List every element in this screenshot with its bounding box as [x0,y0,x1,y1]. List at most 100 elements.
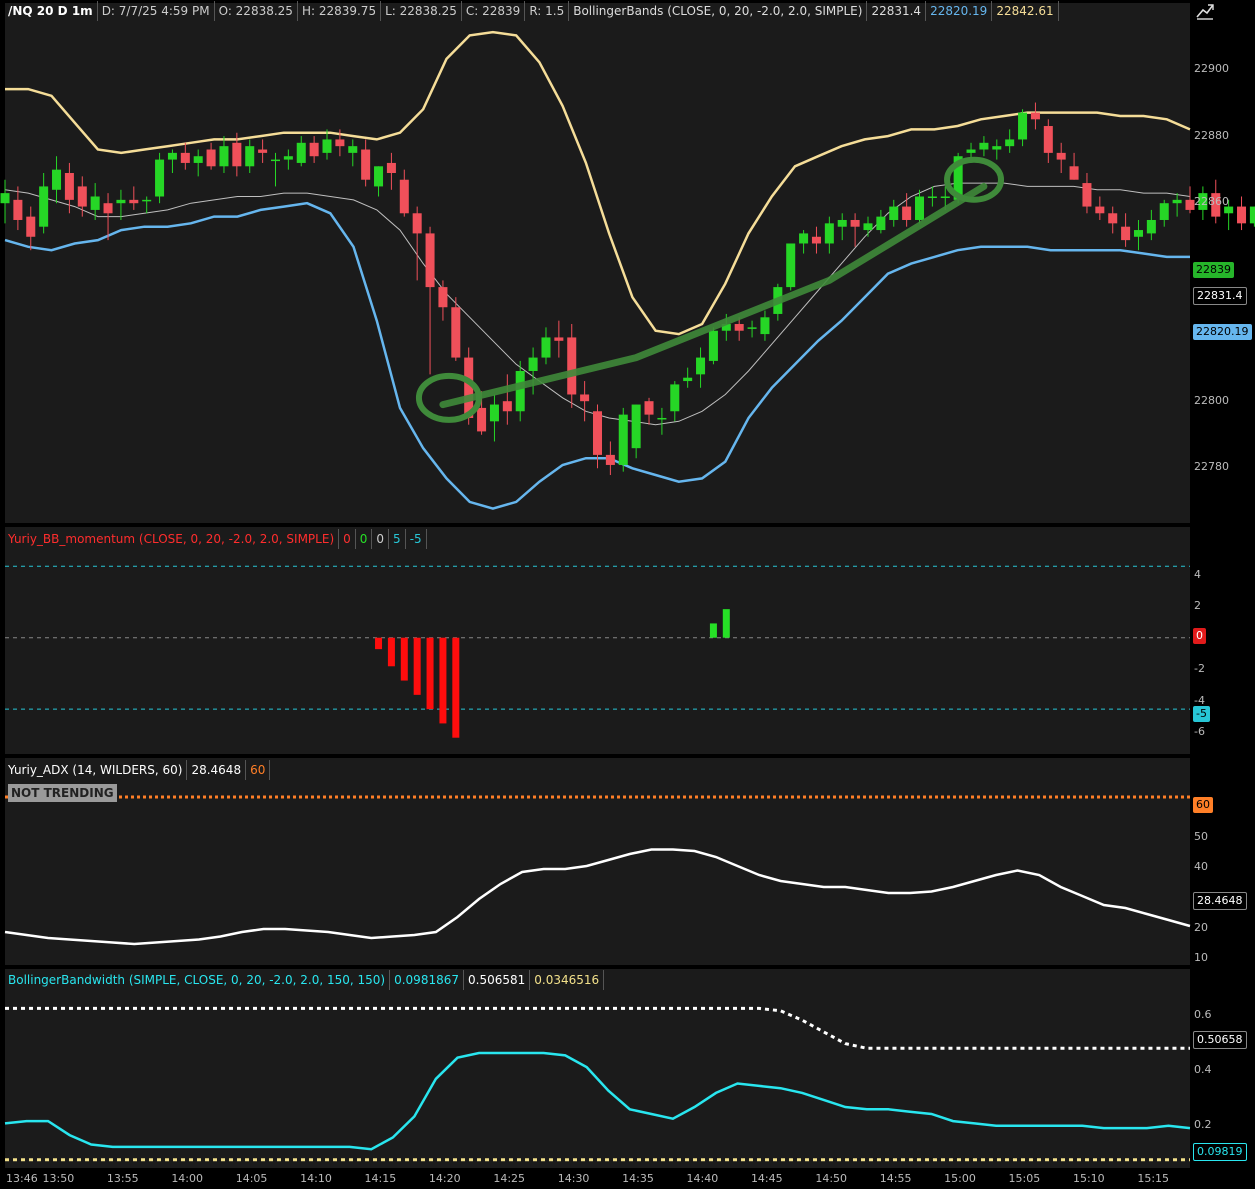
momentum-bar [452,637,460,738]
price-tick: 22800 [1194,394,1229,407]
symbol-label[interactable]: /NQ 20 D 1m [4,1,98,21]
candle-body [1005,139,1015,147]
price-tick: 22860 [1194,195,1229,208]
candle-body [979,142,989,150]
candle-body [142,199,152,202]
candle-body [64,173,74,200]
momentum-header: Yuriy_BB_momentum (CLOSE, 0, 20, -2.0, 2… [4,529,427,549]
candle-body [837,219,847,227]
bollinger-study-label[interactable]: BollingerBands (CLOSE, 0, 20, -2.0, 2.0,… [569,1,868,21]
candle-body [734,324,744,331]
candle-body [296,142,306,163]
candle-body [425,233,435,288]
adx-study-label[interactable]: Yuriy_ADX (14, WILDERS, 60) [4,760,188,780]
candle-body [683,377,693,382]
candle-body [889,206,899,220]
candle-body [1069,166,1079,180]
not-trending-badge: NOT TRENDING [8,784,117,802]
low-label: L: 22838.25 [381,1,462,21]
time-tick: 13:50 [42,1172,75,1185]
momentum-bar [709,623,717,638]
candle-body [335,139,345,147]
adx-tick: 10 [1194,951,1208,964]
candle-body [915,196,925,220]
momentum-tick: 4 [1194,568,1201,581]
candle-body [412,213,422,234]
candle-body [167,152,177,160]
momentum-bar [413,637,421,695]
time-tick: 14:45 [750,1172,783,1185]
bandwidth-value-badge: 0.09819 [1193,1143,1247,1161]
time-tick: 14:20 [428,1172,461,1185]
bandwidth-header: BollingerBandwidth (SIMPLE, CLOSE, 0, 20… [4,970,605,990]
candle-body [631,404,641,449]
candle-body [747,327,757,329]
candle-body [245,146,255,167]
time-tick: 14:10 [300,1172,332,1185]
candle-body [657,417,667,420]
adx-tick: 20 [1194,921,1208,934]
time-tick: 14:05 [235,1172,268,1185]
time-tick: 14:15 [364,1172,397,1185]
candle-body [1159,203,1169,220]
adx-threshold-badge: 60 [1193,797,1213,813]
bandwidth-study-label[interactable]: BollingerBandwidth (SIMPLE, CLOSE, 0, 20… [4,970,391,990]
momentum-bar [387,637,395,667]
candle-body [155,159,165,197]
candle-body [670,384,680,412]
candle-body [477,407,487,432]
candle-body [502,401,512,412]
candle-body [644,401,654,415]
close-label: C: 22839 [462,1,526,21]
candle-body [258,149,268,153]
momentum-tick: -6 [1194,725,1205,738]
candle-body [361,149,371,180]
bollinger-lower-value: 22820.19 [926,1,993,21]
candle-body [799,233,809,244]
candle-body [1082,183,1092,207]
time-tick: 14:35 [622,1172,654,1185]
bollinger-lower-badge: 22820.19 [1193,324,1252,340]
candle-body [708,330,718,361]
candle-body [824,223,834,244]
time-tick: 13:46 [6,1172,38,1185]
candle-body [850,219,860,227]
bandwidth-upper-badge: 0.50658 [1193,1031,1247,1049]
momentum-study-label[interactable]: Yuriy_BB_momentum (CLOSE, 0, 20, -2.0, 2… [4,529,340,549]
panel-background [5,969,1190,1168]
candle-body [1056,152,1066,160]
candle-body [760,317,770,335]
candle-body [902,206,912,220]
adx-value: 28.4648 [187,760,247,780]
adx-tick: 50 [1194,830,1208,843]
candle-body [206,149,216,167]
candle-body [219,146,229,167]
momentum-value-3: 0 [372,529,390,549]
candle-body [515,370,525,412]
bandwidth-tick: 0.2 [1194,1118,1212,1131]
candle-body [309,142,319,157]
momentum-tick: -2 [1194,662,1205,675]
bandwidth-tick: 0.6 [1194,1008,1212,1021]
momentum-bar [375,637,383,650]
candle-body [863,223,873,231]
candle-body [567,337,577,395]
momentum-bar [722,609,730,638]
candle-body [1249,206,1255,224]
candle-body [1146,219,1156,234]
candle-body [283,156,293,160]
time-tick: 13:55 [106,1172,139,1185]
candle-body [489,404,499,422]
momentum-value-5: -5 [406,529,427,549]
candle-body [966,149,976,153]
bandwidth-value: 0.0981867 [390,970,464,990]
candle-body [77,186,87,207]
chart-settings-icon[interactable] [1195,2,1215,20]
chart-canvas[interactable] [0,0,1255,1189]
candle-body [0,193,10,204]
date-label: D: 7/7/25 4:59 PM [98,1,215,21]
candle-body [438,287,448,308]
candle-body [1030,112,1040,120]
candle-body [786,243,796,288]
open-label: O: 22838.25 [215,1,298,21]
